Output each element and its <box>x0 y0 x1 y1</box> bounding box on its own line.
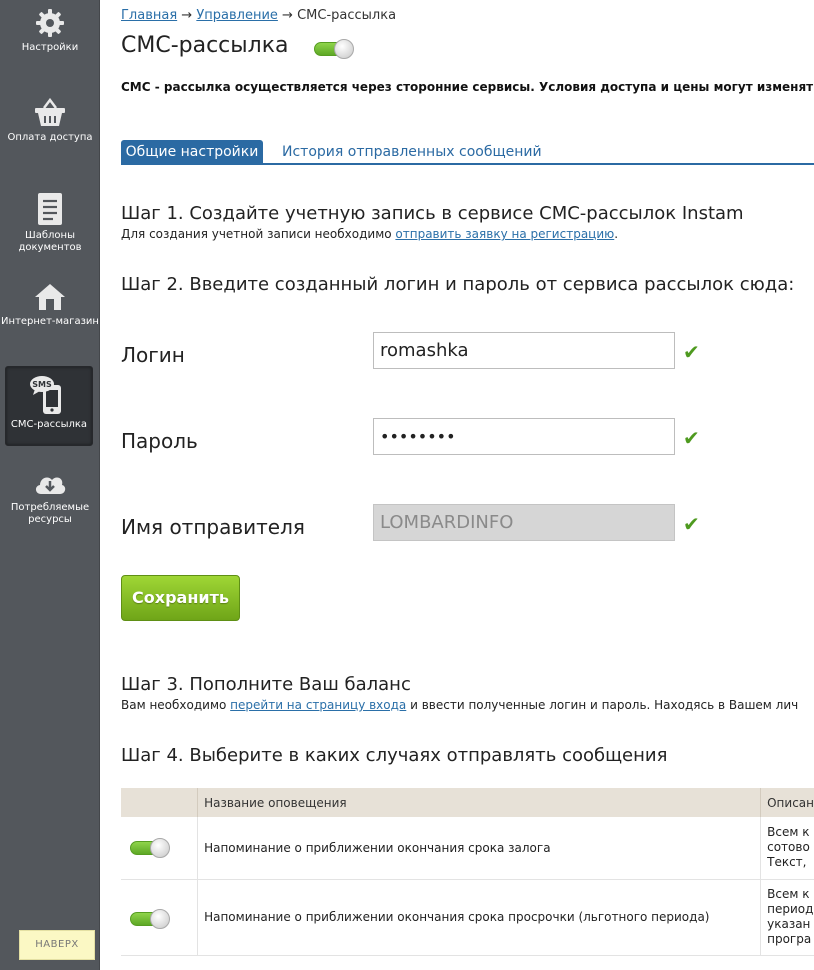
description-line: Всем к <box>767 825 810 840</box>
breadcrumb-home-link[interactable]: Главная <box>121 8 177 23</box>
sidebar-item-label: Интернет-магазин <box>1 316 99 327</box>
sms-enable-toggle[interactable] <box>314 39 354 59</box>
breadcrumb-separator: → <box>282 8 293 23</box>
description-line: Текст, <box>767 855 807 870</box>
sidebar-item-resources[interactable]: Потребляемые ресурсы <box>0 470 100 526</box>
back-to-top-button[interactable]: НАВЕРХ <box>19 930 95 960</box>
notification-toggle[interactable] <box>130 838 170 858</box>
save-button[interactable]: Сохранить <box>121 575 240 621</box>
column-header-description: Описан <box>760 788 814 817</box>
password-valid-check-icon: ✔ <box>683 426 700 450</box>
sidebar-item-label: Шаблоны документов <box>18 230 82 253</box>
login-input[interactable] <box>373 332 675 369</box>
breadcrumb-manage-link[interactable]: Управление <box>196 8 278 23</box>
description-line: период <box>767 902 814 916</box>
basket-icon <box>35 98 65 126</box>
step3-text: Вам необходимо перейти на страницу входа… <box>121 698 798 712</box>
step1-text-after: . <box>614 227 619 241</box>
svg-text:SMS: SMS <box>32 380 52 389</box>
table-row: Напоминание о приближении окончания срок… <box>121 879 814 956</box>
login-label: Логин <box>121 343 185 367</box>
description-line: указан <box>767 917 811 931</box>
sidebar: Настройки Оплата доступа Шаблоны докумен… <box>0 0 100 970</box>
step3-text-before: Вам необходимо <box>121 698 231 712</box>
description-line: Всем к <box>767 887 810 901</box>
page-title: СМС-рассылка <box>121 33 289 58</box>
notifications-table: Название оповещения Описан Напоминание о… <box>121 788 814 956</box>
service-notice: СМС - рассылка осуществляется через стор… <box>121 80 814 94</box>
document-icon <box>38 193 62 225</box>
login-page-link[interactable]: перейти на страницу входа <box>230 698 406 712</box>
description-line: сотово <box>767 840 810 855</box>
sender-valid-check-icon: ✔ <box>683 512 700 536</box>
breadcrumb-current: СМС-рассылка <box>297 8 397 23</box>
login-valid-check-icon: ✔ <box>683 340 700 364</box>
step3-text-after: и ввести полученные логин и пароль. Нахо… <box>406 698 799 712</box>
sidebar-item-sms[interactable]: SMS СМС-рассылка <box>5 366 93 446</box>
table-row: Напоминание о приближении окончания срок… <box>121 817 814 880</box>
sidebar-item-label: Оплата доступа <box>7 132 93 143</box>
sidebar-item-label: Потребляемые ресурсы <box>10 502 90 525</box>
breadcrumb: Главная → Управление → СМС-рассылка <box>121 8 396 23</box>
tab-sent-history[interactable]: История отправленных сообщений <box>282 140 542 164</box>
notification-description: Всем к сотово Текст, <box>760 817 814 880</box>
breadcrumb-separator: → <box>181 8 193 23</box>
sidebar-item-label: СМС-рассылка <box>10 419 88 430</box>
sidebar-item-templates[interactable]: Шаблоны документов <box>0 192 100 254</box>
password-label: Пароль <box>121 429 198 453</box>
row-toggle-cell <box>121 879 199 956</box>
notification-name: Напоминание о приближении окончания срок… <box>197 879 762 956</box>
notification-description: Всем к период указан програ <box>760 879 814 956</box>
password-input[interactable]: •••••••• <box>373 418 675 455</box>
main-content: Главная → Управление → СМС-рассылка СМС-… <box>121 0 814 970</box>
row-toggle-cell <box>121 817 199 880</box>
step2-heading: Шаг 2. Введите созданный логин и пароль … <box>121 274 795 295</box>
sidebar-item-label: Настройки <box>21 42 79 53</box>
home-icon <box>35 284 65 310</box>
sms-phone-icon: SMS <box>30 376 61 414</box>
sender-name-input <box>373 504 675 541</box>
table-header-row: Название оповещения Описан <box>121 788 814 817</box>
tab-general-settings[interactable]: Общие настройки <box>121 140 263 164</box>
step1-text-before: Для создания учетной записи необходимо <box>121 227 396 241</box>
sidebar-item-shop[interactable]: Интернет-магазин <box>0 282 100 328</box>
gear-icon <box>36 9 64 37</box>
cloud-download-icon <box>35 477 66 494</box>
tab-bar: Общие настройки История отправленных соо… <box>121 140 814 165</box>
sender-name-label: Имя отправителя <box>121 515 305 539</box>
notification-name: Напоминание о приближении окончания срок… <box>197 817 762 880</box>
notification-toggle[interactable] <box>130 908 170 929</box>
registration-link[interactable]: отправить заявку на регистрацию <box>395 227 614 241</box>
description-line: програ <box>767 932 812 946</box>
step1-text: Для создания учетной записи необходимо о… <box>121 227 618 241</box>
step1-heading: Шаг 1. Создайте учетную запись в сервисе… <box>121 203 744 224</box>
sidebar-item-payment[interactable]: Оплата доступа <box>0 98 100 144</box>
step4-heading: Шаг 4. Выберите в каких случаях отправля… <box>121 745 668 766</box>
column-header-name: Название оповещения <box>197 788 762 817</box>
column-header-toggle <box>121 788 199 817</box>
sidebar-item-settings[interactable]: Настройки <box>0 8 100 54</box>
step3-heading: Шаг 3. Пополните Ваш баланс <box>121 674 411 695</box>
